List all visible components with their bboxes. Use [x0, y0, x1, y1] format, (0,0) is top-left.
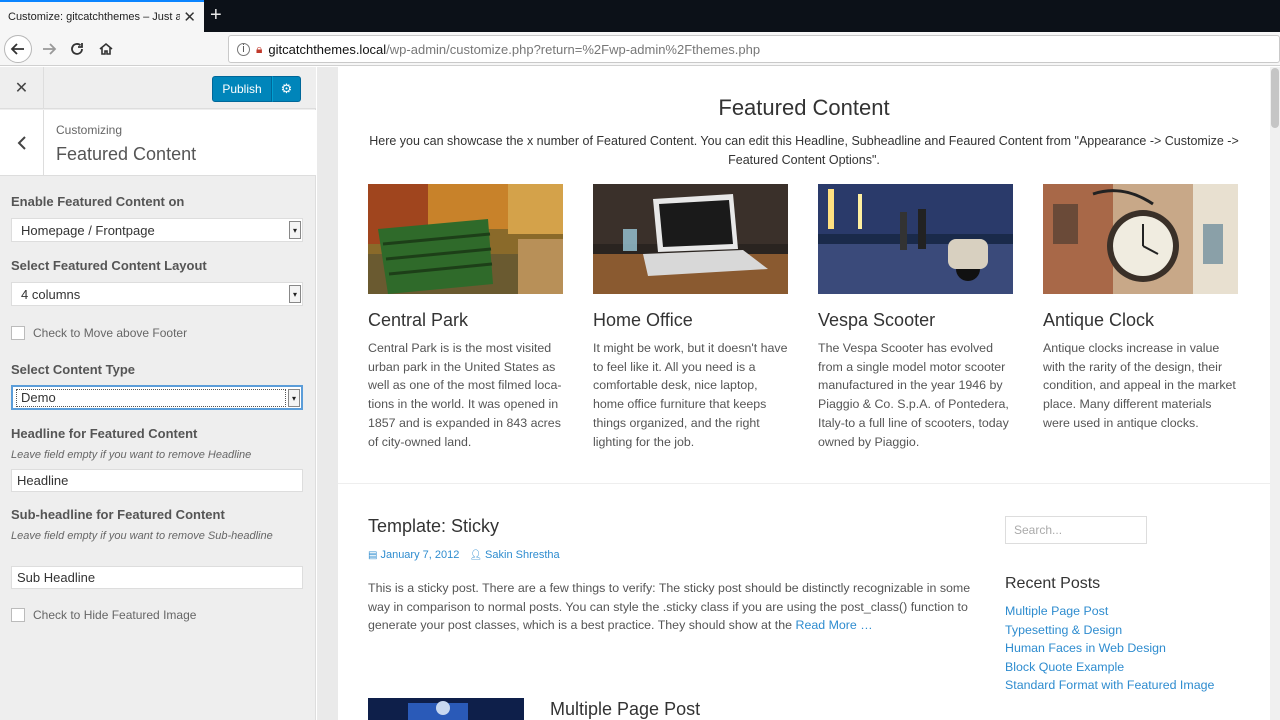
- subheadline-description: Leave field empty if you want to remove …: [11, 530, 273, 542]
- featured-item: Central Park Central Park is is the most…: [368, 184, 563, 451]
- new-tab-icon[interactable]: +: [210, 4, 222, 26]
- recent-post-link[interactable]: Standard Format with Featured Image: [1005, 676, 1214, 695]
- calendar-icon: ▤: [368, 549, 378, 561]
- preview-scroll-thumb[interactable]: [1271, 68, 1279, 128]
- featured-content-description: Here you can showcase the x number of Fe…: [369, 134, 1239, 167]
- featured-item-title[interactable]: Vespa Scooter: [818, 310, 1013, 331]
- recent-post-link[interactable]: Human Faces in Web Design: [1005, 639, 1214, 658]
- recent-posts-title: Recent Posts: [1005, 575, 1101, 592]
- browser-nav-bar: i 🔒︎ gitcatchthemes.local/wp-admin/custo…: [0, 32, 1280, 66]
- featured-item-text: It might be work, but it doesn't have to…: [593, 341, 788, 449]
- search-input[interactable]: Search...: [1005, 516, 1147, 544]
- hide-image-checkbox[interactable]: [11, 608, 25, 622]
- featured-item-title[interactable]: Home Office: [593, 310, 788, 331]
- back-chevron-icon[interactable]: [0, 110, 44, 176]
- recent-post-link[interactable]: Block Quote Example: [1005, 658, 1214, 677]
- vespa-scooter-image[interactable]: [818, 184, 1013, 294]
- url-bar[interactable]: i 🔒︎ gitcatchthemes.local/wp-admin/custo…: [228, 35, 1280, 63]
- post-meta: ▤ January 7, 2012 👤︎ Sakin Shrestha: [368, 549, 560, 561]
- subheadline-label: Sub-headline for Featured Content: [11, 507, 225, 522]
- featured-item: Home Office It might be work, but it doe…: [593, 184, 788, 451]
- post-thumbnail-image[interactable]: [368, 698, 524, 720]
- featured-item-title[interactable]: Central Park: [368, 310, 563, 331]
- move-footer-checkbox[interactable]: [11, 326, 25, 340]
- central-park-image[interactable]: [368, 184, 563, 294]
- url-path: /wp-admin/customize.php?return=%2Fwp-adm…: [386, 41, 761, 57]
- type-select[interactable]: Demo ▾: [11, 385, 303, 410]
- hide-image-checkbox-row[interactable]: Check to Hide Featured Image: [11, 608, 196, 622]
- publish-settings-gear-icon[interactable]: ⚙: [272, 76, 301, 102]
- info-icon[interactable]: i: [237, 42, 250, 56]
- move-footer-checkbox-row[interactable]: Check to Move above Footer: [11, 326, 187, 340]
- featured-item-text: Antique clocks increase in value with th…: [1043, 341, 1236, 430]
- home-office-image[interactable]: [593, 184, 788, 294]
- featured-item: Vespa Scooter The Vespa Scooter has evol…: [818, 184, 1013, 451]
- tab-title: Customize: gitcatchthemes – Just another…: [8, 11, 180, 23]
- tab-close-icon[interactable]: ✕: [183, 8, 196, 26]
- customizer-header: ✕ Publish ⚙: [0, 67, 316, 109]
- subheadline-input[interactable]: Sub Headline: [11, 566, 303, 589]
- type-select-value: Demo: [16, 388, 286, 407]
- close-icon[interactable]: ✕: [0, 67, 44, 109]
- section-title: Featured Content: [56, 144, 197, 164]
- featured-item-title[interactable]: Antique Clock: [1043, 310, 1238, 331]
- dropdown-arrow-icon[interactable]: ▾: [289, 285, 301, 303]
- back-arrow-icon[interactable]: [4, 35, 32, 63]
- headline-label: Headline for Featured Content: [11, 426, 198, 441]
- customizer-sidebar: ✕ Publish ⚙ Customizing Featured Content…: [0, 67, 316, 720]
- featured-content-title: Featured Content: [718, 95, 890, 120]
- site-preview: Featured Content Here you can showcase t…: [338, 67, 1270, 720]
- read-more-link[interactable]: Read More …: [796, 618, 873, 632]
- move-footer-label: Check to Move above Footer: [33, 326, 188, 340]
- user-icon: 👤︎: [469, 549, 483, 561]
- preview-scrollbar[interactable]: [1270, 67, 1280, 720]
- recent-post-link[interactable]: Multiple Page Post: [1005, 602, 1214, 621]
- layout-label: Select Featured Content Layout: [11, 258, 207, 273]
- insecure-lock-icon[interactable]: 🔒︎: [256, 42, 262, 57]
- enable-select[interactable]: Homepage / Frontpage ▾: [11, 218, 303, 242]
- type-label: Select Content Type: [11, 362, 136, 377]
- reload-icon[interactable]: [64, 36, 90, 62]
- section-divider: [338, 483, 1270, 484]
- breadcrumb: Customizing: [56, 123, 123, 137]
- forward-arrow-icon[interactable]: [36, 36, 62, 62]
- recent-post-link[interactable]: Typesetting & Design: [1005, 621, 1214, 640]
- headline-input-value: Headline: [17, 473, 69, 488]
- home-icon[interactable]: [93, 36, 119, 62]
- post-excerpt: This is a sticky post. There are a few t…: [368, 579, 978, 635]
- subheadline-input-value: Sub Headline: [17, 570, 96, 585]
- browser-tab-bar: Customize: gitcatchthemes – Just another…: [0, 0, 1280, 32]
- layout-select[interactable]: 4 columns ▾: [11, 282, 303, 306]
- dropdown-arrow-icon[interactable]: ▾: [288, 389, 300, 407]
- post-date[interactable]: January 7, 2012: [380, 549, 459, 561]
- featured-item: Antique Clock Antique clocks increase in…: [1043, 184, 1238, 433]
- post-title[interactable]: Multiple Page Post: [550, 699, 700, 720]
- dropdown-arrow-icon[interactable]: ▾: [289, 221, 301, 239]
- section-title-bar: Customizing Featured Content: [0, 110, 316, 176]
- post-excerpt-text: This is a sticky post. There are a few t…: [368, 581, 971, 633]
- browser-tab[interactable]: Customize: gitcatchthemes – Just another…: [0, 0, 204, 32]
- publish-button[interactable]: Publish: [212, 76, 272, 102]
- post-author[interactable]: Sakin Shrestha: [485, 549, 560, 561]
- headline-description: Leave field empty if you want to remove …: [11, 449, 252, 461]
- url-host: gitcatchthemes.local: [268, 41, 387, 57]
- post-title[interactable]: Template: Sticky: [368, 516, 499, 537]
- recent-posts-list: Multiple Page Post Typesetting & Design …: [1005, 602, 1214, 695]
- featured-item-text: Central Park is is the most visited urba…: [368, 341, 562, 449]
- enable-select-value: Homepage / Frontpage: [21, 222, 155, 238]
- layout-select-value: 4 columns: [21, 286, 81, 302]
- headline-input[interactable]: Headline: [11, 469, 303, 492]
- hide-image-label: Check to Hide Featured Image: [33, 608, 197, 622]
- enable-label: Enable Featured Content on: [11, 194, 185, 209]
- antique-clock-image[interactable]: [1043, 184, 1238, 294]
- featured-item-text: The Vespa Scooter has evolved from a sin…: [818, 341, 1009, 449]
